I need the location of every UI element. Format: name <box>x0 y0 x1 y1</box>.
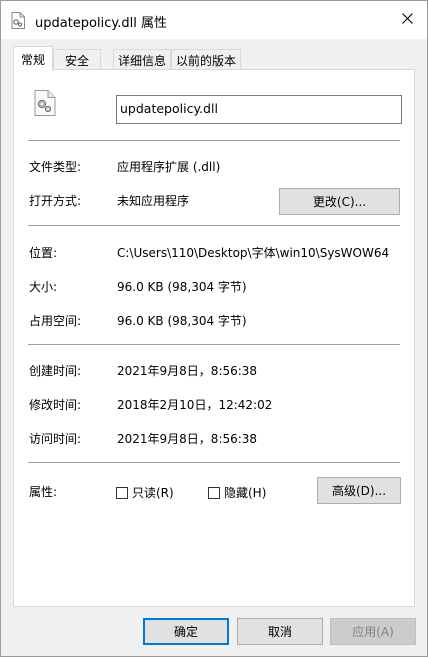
close-icon <box>401 13 413 27</box>
file-type-label: 文件类型: <box>29 160 82 174</box>
opens-with-value: 未知应用程序 <box>117 194 190 208</box>
attributes-label: 属性: <box>29 485 58 499</box>
apply-button[interactable]: 应用(A) <box>330 618 416 645</box>
modified-value: 2018年2月10日，12:42:02 <box>117 398 273 412</box>
modified-label: 修改时间: <box>29 398 82 412</box>
separator <box>28 140 400 141</box>
size-label: 大小: <box>29 280 58 294</box>
size-value: 96.0 KB (98,304 字节) <box>117 280 247 294</box>
file-type-value: 应用程序扩展 (.dll) <box>117 160 221 174</box>
separator <box>28 462 400 463</box>
location-label: 位置: <box>29 246 58 260</box>
readonly-checkbox[interactable]: 只读(R) <box>116 484 174 501</box>
change-button[interactable]: 更改(C)... <box>279 188 400 215</box>
hidden-label: 隐藏(H) <box>224 486 267 500</box>
tab-previous-versions[interactable]: 以前的版本 <box>171 49 241 70</box>
close-button[interactable] <box>387 1 427 39</box>
title-bar: updatepolicy.dll 属性 <box>1 1 427 39</box>
dll-file-icon <box>11 12 25 29</box>
dll-gear-file-icon <box>34 90 56 116</box>
tab-general[interactable]: 常规 <box>13 46 53 71</box>
size-on-disk-label: 占用空间: <box>29 314 82 328</box>
cancel-button[interactable]: 取消 <box>237 618 323 645</box>
ok-button[interactable]: 确定 <box>143 618 229 645</box>
checkbox-box <box>116 486 128 499</box>
general-panel: updatepolicy.dll 文件类型: 应用程序扩展 (.dll) 打开方… <box>13 69 415 607</box>
separator <box>28 225 400 226</box>
file-name-input[interactable]: updatepolicy.dll <box>116 95 402 124</box>
accessed-value: 2021年9月8日，8:56:38 <box>117 432 258 446</box>
properties-window: updatepolicy.dll 属性 常规 安全 详细信息 以前的版本 upd… <box>0 0 428 657</box>
opens-with-label: 打开方式: <box>29 194 82 208</box>
size-on-disk-value: 96.0 KB (98,304 字节) <box>117 314 247 328</box>
tab-details[interactable]: 详细信息 <box>113 49 171 70</box>
created-value: 2021年9月8日，8:56:38 <box>117 364 258 378</box>
created-label: 创建时间: <box>29 364 82 378</box>
readonly-label: 只读(R) <box>132 486 174 500</box>
tab-security[interactable]: 安全 <box>53 49 101 70</box>
location-value: C:\Users\110\Desktop\字体\win10\SysWOW64 <box>117 246 390 260</box>
separator <box>28 344 400 345</box>
hidden-checkbox[interactable]: 隐藏(H) <box>208 484 266 501</box>
checkbox-box <box>208 486 220 499</box>
window-title: updatepolicy.dll 属性 <box>35 16 167 31</box>
advanced-button[interactable]: 高级(D)... <box>317 477 401 504</box>
accessed-label: 访问时间: <box>29 432 82 446</box>
